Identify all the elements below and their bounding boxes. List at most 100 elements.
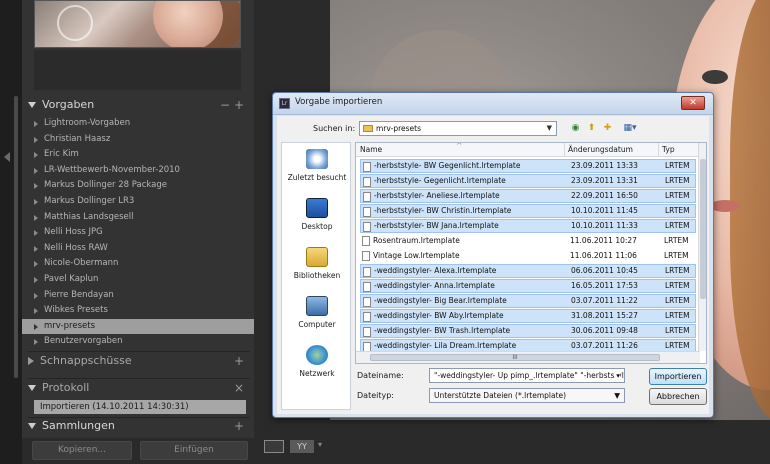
cancel-button[interactable]: Abbrechen bbox=[649, 388, 707, 405]
file-row-selected[interactable]: -herbststyler- BW Christin.lrtemplate 10.… bbox=[360, 204, 696, 218]
preset-folder-item[interactable]: Benutzervorgaben bbox=[22, 334, 254, 350]
expanded-triangle-icon[interactable] bbox=[28, 385, 36, 391]
preset-folder-item[interactable]: Pierre Bendayan bbox=[22, 288, 254, 304]
before-after-view-button[interactable]: YY bbox=[290, 440, 314, 453]
vertical-scroll-thumb[interactable] bbox=[700, 159, 706, 299]
file-row-selected[interactable]: -weddingstyler- Big Bear.lrtemplate 03.07… bbox=[360, 294, 696, 308]
expanded-triangle-icon[interactable] bbox=[28, 423, 36, 429]
folder-expand-arrow-icon[interactable] bbox=[34, 276, 38, 283]
folder-expand-arrow-icon[interactable] bbox=[34, 292, 38, 299]
filename-value: "-weddingstyler- Up pimp_.lrtemplate" "-… bbox=[434, 371, 624, 380]
history-entry[interactable]: Importieren (14.10.2011 14:30:31) bbox=[34, 400, 246, 414]
file-row-selected[interactable]: -weddingstyler- Alexa.lrtemplate 06.06.20… bbox=[360, 264, 696, 278]
place-libraries[interactable]: Bibliotheken bbox=[282, 247, 352, 293]
add-collection-button[interactable]: + bbox=[234, 418, 244, 434]
file-row-selected[interactable]: -herbststyle- BW Gegenlicht.lrtemplate 23… bbox=[360, 159, 696, 173]
sort-indicator-icon: ^ bbox=[456, 142, 463, 150]
preset-folder-item[interactable]: Nicole-Obermann bbox=[22, 256, 254, 272]
dialog-titlebar[interactable]: Lr Vorgabe importieren ✕ bbox=[273, 93, 713, 115]
preset-folder-item[interactable]: LR-Wettbewerb-November-2010 bbox=[22, 163, 254, 179]
add-snapshot-button[interactable]: + bbox=[234, 352, 244, 370]
folder-expand-arrow-icon[interactable] bbox=[34, 167, 38, 174]
place-network[interactable]: Netzwerk bbox=[282, 345, 352, 391]
section-vorgaben-header[interactable]: Vorgaben − + bbox=[28, 96, 248, 114]
folder-expand-arrow-icon[interactable] bbox=[34, 214, 38, 221]
folder-expand-arrow-icon[interactable] bbox=[34, 121, 38, 127]
preset-folder-item[interactable]: Nelli Hoss JPG bbox=[22, 225, 254, 241]
section-protokoll-header[interactable]: Protokoll × bbox=[28, 379, 248, 397]
folder-expand-arrow-icon[interactable] bbox=[34, 136, 38, 143]
left-panel-scrollbar[interactable] bbox=[14, 96, 18, 378]
preset-folder-item[interactable]: Matthias Landsgesell bbox=[22, 210, 254, 226]
up-folder-icon[interactable]: ⬆ bbox=[585, 122, 598, 135]
dropdown-arrow-icon[interactable]: ▼ bbox=[614, 389, 620, 402]
folder-expand-arrow-icon[interactable] bbox=[34, 230, 38, 237]
folder-expand-arrow-icon[interactable] bbox=[34, 198, 38, 205]
import-button[interactable]: Importieren bbox=[649, 368, 707, 385]
preset-folder-item[interactable]: Christian Haasz bbox=[22, 132, 254, 148]
preset-folder-item[interactable]: Lightroom-Vorgaben bbox=[22, 116, 254, 132]
column-separator[interactable] bbox=[564, 143, 565, 157]
preset-folder-item[interactable]: Markus Dollinger 28 Package bbox=[22, 178, 254, 194]
file-list-vertical-scrollbar[interactable] bbox=[698, 143, 706, 351]
place-computer[interactable]: Computer bbox=[282, 296, 352, 342]
look-in-dropdown[interactable]: mrv-presets ▼ bbox=[359, 121, 557, 136]
column-name-header[interactable]: Name bbox=[360, 145, 382, 154]
clear-history-button[interactable]: × bbox=[234, 379, 244, 397]
file-list[interactable]: Name ^ Änderungsdatum Typ -herbststyle- … bbox=[355, 142, 707, 364]
preview-bubble-shape bbox=[57, 5, 93, 41]
preset-folder-item[interactable]: Nelli Hoss RAW bbox=[22, 241, 254, 257]
section-schnappschuesse-header[interactable]: Schnappschüsse + bbox=[28, 352, 248, 370]
file-row-selected[interactable]: -weddingstyler- BW Trash.lrtemplate 30.06… bbox=[360, 324, 696, 338]
preset-folder-item[interactable]: Wibkes Presets bbox=[22, 303, 254, 319]
dropdown-arrow-icon[interactable]: ▾ bbox=[614, 369, 620, 382]
file-list-horizontal-scrollbar[interactable]: III bbox=[356, 351, 700, 363]
file-row-selected[interactable]: -weddingstyler- Anna.lrtemplate 16.05.201… bbox=[360, 279, 696, 293]
preset-folder-item[interactable]: Markus Dollinger LR3 bbox=[22, 194, 254, 210]
column-separator[interactable] bbox=[658, 143, 659, 157]
file-row[interactable]: Rosentraum.lrtemplate 11.06.2011 10:27 LRT… bbox=[360, 234, 696, 248]
collapse-left-arrow-icon[interactable] bbox=[4, 152, 10, 162]
new-folder-icon[interactable]: ✚ bbox=[601, 122, 614, 135]
horizontal-scroll-thumb[interactable]: III bbox=[370, 354, 660, 361]
file-row-selected[interactable]: -herbststyle- Gegenlicht.lrtemplate 23.09… bbox=[360, 174, 696, 188]
left-panel-collapse-strip[interactable] bbox=[0, 0, 22, 464]
dropdown-arrow-icon[interactable]: ▼ bbox=[547, 122, 552, 135]
place-desktop[interactable]: Desktop bbox=[282, 198, 352, 244]
remove-preset-button[interactable]: − bbox=[220, 96, 230, 114]
place-recent[interactable]: Zuletzt besucht bbox=[282, 149, 352, 195]
folder-expand-arrow-icon[interactable] bbox=[34, 245, 38, 252]
navigator-preview[interactable] bbox=[34, 0, 241, 48]
preset-folder-item-selected[interactable]: mrv-presets bbox=[22, 318, 254, 335]
filename-input[interactable]: "-weddingstyler- Up pimp_.lrtemplate" "-… bbox=[429, 368, 625, 383]
folder-expand-arrow-icon[interactable] bbox=[34, 339, 38, 346]
view-menu-icon[interactable]: ▦▾ bbox=[619, 122, 641, 135]
view-options-caret-icon[interactable]: ▾ bbox=[318, 440, 322, 449]
column-type-header[interactable]: Typ bbox=[662, 145, 675, 154]
preset-folder-item[interactable]: Pavel Kaplun bbox=[22, 272, 254, 288]
column-date-header[interactable]: Änderungsdatum bbox=[568, 145, 633, 154]
folder-expand-arrow-icon[interactable] bbox=[34, 261, 38, 268]
file-row-selected[interactable]: -herbststyler- Aneliese.lrtemplate 22.09.… bbox=[360, 189, 696, 203]
paste-settings-button[interactable]: Einfügen bbox=[140, 441, 248, 460]
file-row[interactable]: Vintage Low.lrtemplate 11.06.2011 11:06 LR… bbox=[360, 249, 696, 263]
file-row-selected[interactable]: -herbststyler- BW Jana.lrtemplate 10.10.2… bbox=[360, 219, 696, 233]
section-sammlungen-header[interactable]: Sammlungen + bbox=[28, 418, 248, 434]
dialog-close-button[interactable]: ✕ bbox=[681, 96, 705, 110]
import-preset-dialog: Lr Vorgabe importieren ✕ Suchen in: mrv-… bbox=[272, 92, 714, 418]
computer-icon bbox=[306, 296, 328, 316]
folder-expand-arrow-icon[interactable] bbox=[34, 323, 38, 330]
folder-expand-arrow-icon[interactable] bbox=[34, 152, 38, 159]
folder-expand-arrow-icon[interactable] bbox=[34, 183, 38, 190]
file-date: 11.06.2011 10:27 bbox=[570, 236, 637, 245]
copy-settings-button[interactable]: Kopieren... bbox=[32, 441, 132, 460]
add-preset-button[interactable]: + bbox=[234, 96, 244, 114]
filetype-select[interactable]: Unterstützte Dateien (*.lrtemplate) ▼ bbox=[429, 388, 625, 403]
loupe-view-icon[interactable] bbox=[264, 440, 284, 453]
folder-expand-arrow-icon[interactable] bbox=[34, 308, 38, 315]
preset-folder-item[interactable]: Eric Kim bbox=[22, 147, 254, 163]
file-row-selected[interactable]: -weddingstyler- BW Aby.lrtemplate 31.08.2… bbox=[360, 309, 696, 323]
expanded-triangle-icon[interactable] bbox=[28, 102, 36, 108]
collapsed-triangle-icon[interactable] bbox=[28, 357, 34, 365]
back-icon[interactable]: ◉ bbox=[569, 122, 582, 135]
